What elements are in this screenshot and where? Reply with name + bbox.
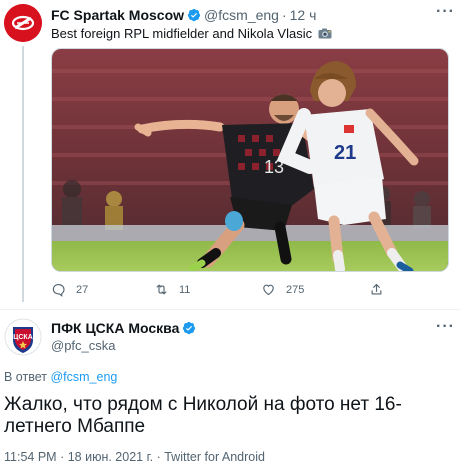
tweet-date[interactable]: 18 июн. 2021 г.: [68, 450, 153, 464]
tweet-actions: 27 11 275: [51, 282, 391, 300]
tweet-meta: 11:54 PM · 18 июн. 2021 г. · Twitter for…: [4, 450, 265, 464]
author-name[interactable]: FC Spartak Moscow: [51, 7, 184, 23]
replying-prefix: В ответ: [4, 370, 47, 384]
cska-avatar[interactable]: ЦСКА: [4, 318, 42, 356]
separator-dot: ·: [281, 7, 287, 23]
svg-text:21: 21: [334, 142, 356, 164]
verified-badge-icon: [187, 8, 201, 22]
separator-dot: ·: [156, 450, 161, 464]
heart-icon: [263, 284, 274, 296]
share-icon: [371, 283, 382, 295]
author-handle[interactable]: @fcsm_eng: [204, 7, 279, 23]
like-button[interactable]: 275: [261, 282, 304, 297]
more-options-icon[interactable]: ···: [436, 318, 455, 336]
retweet-button[interactable]: 11: [154, 282, 190, 297]
separator-dot: ·: [60, 450, 65, 464]
tweet-divider: [0, 309, 460, 310]
reply-icon: [52, 283, 65, 297]
share-button[interactable]: [369, 282, 394, 297]
tweet-text-content: Best foreign RPL midfielder and Nikola V…: [51, 26, 313, 41]
thread-line: [22, 46, 24, 302]
tweet-source: Twitter for Android: [164, 450, 265, 464]
tweet-text: Best foreign RPL midfielder and Nikola V…: [51, 26, 332, 41]
football-match-photo: 13 21: [52, 49, 448, 271]
svg-text:ЦСКА: ЦСКА: [13, 334, 33, 341]
spartak-logo-icon: [4, 4, 42, 42]
reply-button[interactable]: 27: [51, 282, 88, 297]
cska-logo-icon: ЦСКА: [4, 318, 42, 356]
tweet-time[interactable]: 11:54 PM: [4, 450, 57, 464]
reply-author-name[interactable]: ПФК ЦСКА Москва: [51, 320, 179, 336]
tweet-header: FC Spartak Moscow @fcsm_eng · 12 ч: [51, 7, 316, 23]
reply-author-handle[interactable]: @pfc_cska: [51, 338, 116, 353]
spartak-avatar[interactable]: [4, 4, 42, 42]
reply-author-name-row[interactable]: ПФК ЦСКА Москва: [51, 320, 199, 336]
reply-text: Жалко, что рядом с Николой на фото нет 1…: [4, 394, 402, 437]
like-count: 275: [286, 283, 305, 296]
verified-badge-icon: [183, 321, 196, 335]
tweet-photo[interactable]: 13 21: [51, 48, 449, 272]
replying-to-link[interactable]: @fcsm_eng: [50, 370, 117, 384]
reply-count: 27: [76, 283, 89, 296]
more-options-icon[interactable]: ···: [436, 3, 455, 21]
retweet-count: 11: [179, 283, 191, 296]
camera-icon: [318, 28, 332, 39]
retweet-icon: [156, 284, 167, 295]
replying-to: В ответ @fcsm_eng: [4, 370, 117, 384]
tweet-time[interactable]: 12 ч: [290, 7, 317, 23]
